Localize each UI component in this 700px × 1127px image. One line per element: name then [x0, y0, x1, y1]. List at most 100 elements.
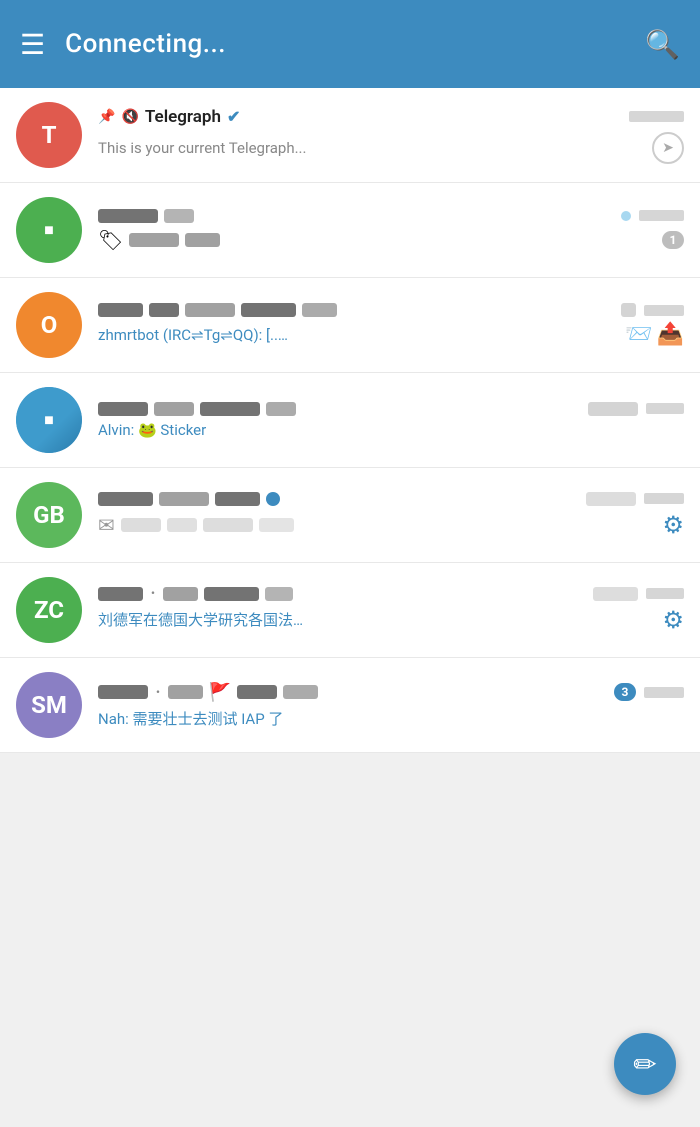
list-item[interactable]: T 📌 🔇 Telegraph ✔ This is your current T… [0, 88, 700, 183]
preview-text: This is your current Telegraph... [98, 139, 306, 157]
chat-preview-row: ✉ ⚙ [98, 511, 684, 539]
top-bar: ☰ Connecting... 🔍 [0, 0, 700, 88]
page-title: Connecting... [65, 29, 625, 59]
avatar: GB [16, 482, 82, 548]
chat-preview-row: This is your current Telegraph... ➤ [98, 132, 684, 164]
avatar: SM [16, 672, 82, 738]
nb2 [154, 402, 194, 416]
nb4 [283, 685, 318, 699]
prev-blur1 [121, 518, 161, 532]
list-item[interactable]: GB ✉ [0, 468, 700, 563]
prev-blur4 [259, 518, 294, 532]
preview-text: 刘德军在德国大学研究各国法… [98, 609, 303, 630]
nb3 [237, 685, 277, 699]
time-blur [644, 687, 684, 698]
compose-icon: ✏ [633, 1048, 656, 1081]
nb4 [265, 587, 293, 601]
avatar: ■ [16, 197, 82, 263]
search-icon[interactable]: 🔍 [645, 28, 680, 61]
mute-icon: 🔇 [121, 109, 138, 125]
chat-name [98, 303, 337, 317]
nb4 [241, 303, 296, 317]
avatar: T [16, 102, 82, 168]
nb3 [204, 587, 259, 601]
compose-fab[interactable]: ✏ [614, 1033, 676, 1095]
chat-name [98, 402, 296, 416]
list-item[interactable]: ZC • 刘德军在德国大学研究各国法… ⚙ [0, 563, 700, 658]
chat-name [98, 492, 280, 506]
nb2 [159, 492, 209, 506]
dot-sep: • [151, 587, 155, 600]
chat-meta [586, 492, 684, 506]
chat-meta [621, 303, 684, 317]
chat-list: T 📌 🔇 Telegraph ✔ This is your current T… [0, 88, 700, 753]
chat-content: 📌 🔇 Telegraph ✔ This is your current Tel… [98, 107, 684, 164]
unread-dot [621, 211, 631, 221]
prev-blur2 [167, 518, 197, 532]
nb1 [98, 492, 153, 506]
time-blur [646, 588, 684, 599]
chat-preview-row: zhmrtbot (IRC⇌Tg⇌QQ): [..… 📨 📤 [98, 322, 684, 347]
chat-content: ✉ ⚙ [98, 492, 684, 539]
unread-badge: 3 [614, 683, 636, 701]
chat-meta [621, 210, 684, 221]
chat-preview-row: 🏷 1 [98, 228, 684, 252]
action-icon: ⚙ [662, 606, 684, 634]
chat-meta: 3 [614, 683, 684, 701]
unread-badge: 1 [662, 231, 684, 249]
chat-name: • [98, 587, 293, 601]
chat-meta [588, 402, 684, 416]
list-item[interactable]: O zhmrtbot (IRC⇌Tg⇌QQ): [..… 📨 [0, 278, 700, 373]
unread-meta: 1 [662, 231, 684, 249]
prev-blur3 [203, 518, 253, 532]
preview-text: Alvin: 🐸 Sticker [98, 421, 206, 439]
preview-blur-1 [129, 233, 179, 247]
time-blur [629, 111, 684, 122]
chat-preview-row: Nah: 需要壮士去测试 IAP 了 [98, 708, 684, 729]
nb3 [215, 492, 260, 506]
nb2 [149, 303, 179, 317]
avatar: ZC [16, 577, 82, 643]
action-icon: ⚙ [662, 511, 684, 539]
chat-content: • 🚩 3 Nah: 需要壮士去测试 IAP 了 [98, 682, 684, 729]
menu-icon[interactable]: ☰ [20, 28, 45, 61]
nb1 [98, 303, 143, 317]
time-blur [639, 210, 684, 221]
chat-name: 📌 🔇 Telegraph ✔ [98, 107, 240, 127]
chat-actions: 📨 📤 [625, 322, 684, 347]
nb3 [185, 303, 235, 317]
preview-text: Nah: 需要壮士去测试 IAP 了 [98, 708, 283, 729]
chat-meta [629, 111, 684, 122]
chat-content: zhmrtbot (IRC⇌Tg⇌QQ): [..… 📨 📤 [98, 303, 684, 347]
nb5 [302, 303, 337, 317]
tb1 [588, 402, 638, 416]
nb3 [200, 402, 260, 416]
pin-icon: 📌 [98, 109, 115, 125]
name-block-2 [164, 209, 194, 223]
nb1 [98, 685, 148, 699]
nb4 [266, 402, 296, 416]
tb1 [593, 587, 638, 601]
list-item[interactable]: ■ 🏷 1 [0, 183, 700, 278]
chat-preview-row: Alvin: 🐸 Sticker [98, 421, 684, 439]
avatar: O [16, 292, 82, 358]
chat-meta [593, 587, 684, 601]
list-item[interactable]: ■ Alvin: 🐸 Sticker [0, 373, 700, 468]
name-block-1 [98, 209, 158, 223]
preview-blur-2 [185, 233, 220, 247]
nb2 [163, 587, 198, 601]
unread-dot-inline [266, 492, 280, 506]
time-blur [644, 493, 684, 504]
nb1 [98, 587, 143, 601]
share-icon[interactable]: ➤ [652, 132, 684, 164]
tb1 [586, 492, 636, 506]
dot-sep: • [156, 686, 160, 699]
verified-icon: ✔ [227, 107, 240, 126]
chat-content: Alvin: 🐸 Sticker [98, 402, 684, 439]
nb1 [98, 402, 148, 416]
avatar: ■ [16, 387, 82, 453]
tb1 [621, 303, 636, 317]
time-blur [644, 305, 684, 316]
list-item[interactable]: SM • 🚩 3 Nah: 需要壮士去测试 IAP 了 [0, 658, 700, 753]
chat-name [98, 209, 194, 223]
